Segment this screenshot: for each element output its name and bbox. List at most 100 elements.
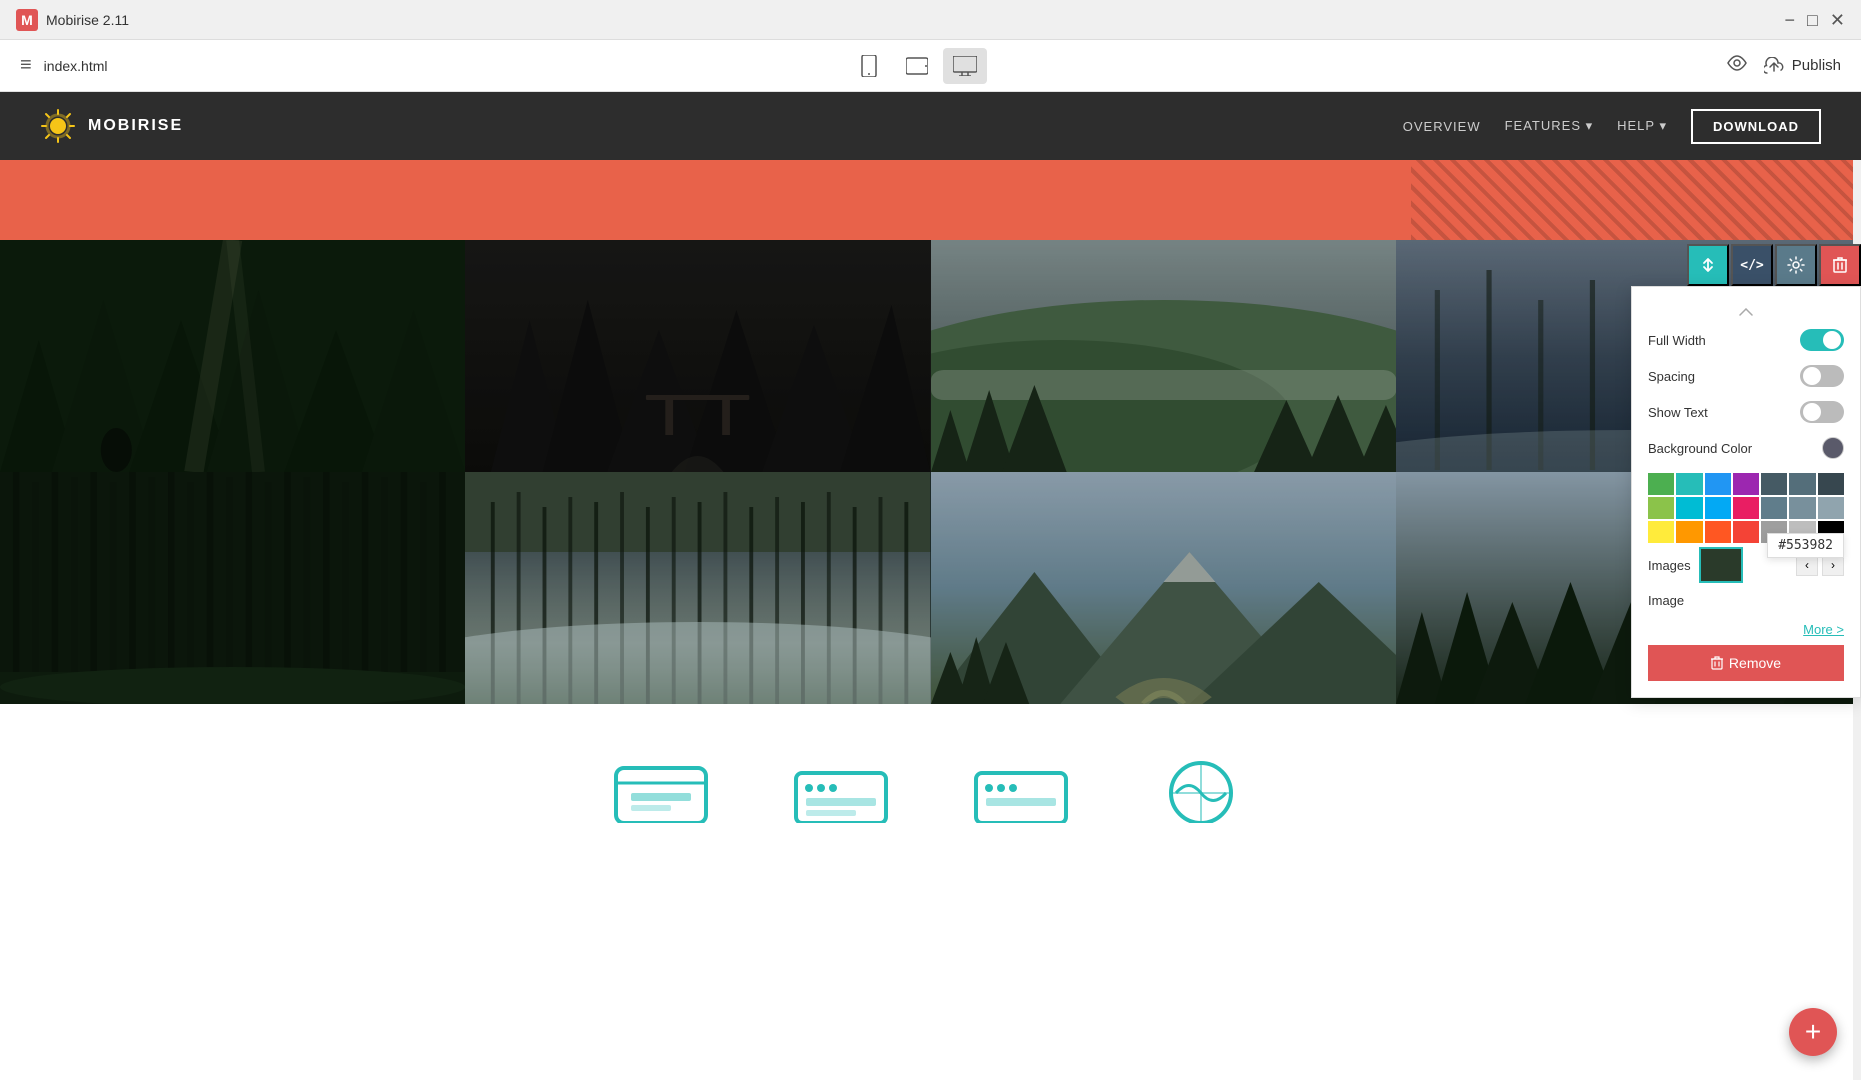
tablet-view-button[interactable] [895, 48, 939, 84]
feature-icon-2 [791, 753, 891, 823]
bottom-icon-1 [611, 753, 711, 823]
settings-block-button[interactable] [1775, 244, 1817, 286]
color-swatch-blue[interactable] [1705, 473, 1731, 495]
swap-block-button[interactable] [1687, 244, 1729, 286]
fab-add-button[interactable]: + [1789, 1008, 1837, 1056]
close-button[interactable]: ✕ [1830, 11, 1845, 29]
eye-icon [1726, 55, 1748, 71]
gallery-image-6 [465, 472, 930, 704]
spacing-label: Spacing [1648, 369, 1695, 384]
mobile-view-button[interactable] [847, 48, 891, 84]
code-block-button[interactable]: </> [1731, 244, 1773, 286]
titlebar-left: M Mobirise 2.11 [16, 9, 129, 31]
color-swatch-dark-grey[interactable] [1818, 473, 1844, 495]
bottom-icon-4 [1151, 753, 1251, 823]
app-title: Mobirise 2.11 [46, 12, 129, 28]
window-controls[interactable]: − □ ✕ [1785, 11, 1845, 29]
mobile-icon [860, 55, 878, 77]
full-width-label: Full Width [1648, 333, 1706, 348]
panel-arrow [1648, 303, 1844, 321]
publish-button[interactable]: Publish [1764, 57, 1841, 75]
swap-icon [1699, 256, 1717, 274]
color-swatch-red[interactable] [1733, 521, 1759, 543]
site-header: MOBIRISE OVERVIEW FEATURES ▾ HELP ▾ DOWN… [0, 92, 1861, 160]
gallery-section: </> [0, 240, 1861, 704]
feature-icon-3 [971, 753, 1071, 823]
delete-block-button[interactable] [1819, 244, 1861, 286]
desktop-view-button[interactable] [943, 48, 987, 84]
color-hex-tooltip: #553982 [1767, 533, 1844, 558]
gallery-image-2 [465, 240, 930, 472]
color-swatch-green[interactable] [1648, 473, 1674, 495]
gallery-image-7 [931, 472, 1396, 704]
diagonal-overlay [1411, 160, 1861, 240]
show-text-row: Show Text [1648, 401, 1844, 423]
nav-download-button[interactable]: DOWNLOAD [1691, 109, 1821, 144]
bottom-icon-3 [971, 753, 1071, 823]
settings-icon [1787, 256, 1805, 274]
desktop-icon [953, 56, 977, 76]
more-link[interactable]: More > [1648, 622, 1844, 637]
device-switcher[interactable] [847, 48, 987, 84]
upload-cloud-icon [1764, 57, 1784, 75]
main-toolbar: ≡ index.html [0, 40, 1861, 92]
color-swatch-light-blue-grey[interactable] [1789, 497, 1815, 519]
maximize-button[interactable]: □ [1807, 11, 1818, 29]
bg-color-row: Background Color [1648, 437, 1844, 459]
nav-help[interactable]: HELP ▾ [1617, 118, 1667, 134]
preview-button[interactable] [1726, 54, 1748, 77]
nav-overview[interactable]: OVERVIEW [1403, 119, 1481, 134]
gallery-image-1 [0, 240, 465, 472]
color-swatch-yellow[interactable] [1648, 521, 1674, 543]
feature-icon-1 [611, 753, 711, 823]
nav-features[interactable]: FEATURES ▾ [1505, 118, 1594, 134]
forest-overlay-2 [465, 240, 930, 472]
block-toolbar[interactable]: </> [1687, 244, 1861, 286]
color-swatch-deep-orange[interactable] [1705, 521, 1731, 543]
forest-overlay-7 [931, 472, 1396, 704]
publish-label: Publish [1792, 57, 1841, 74]
gallery-cell-7 [931, 472, 1396, 704]
color-swatch-orange[interactable] [1676, 521, 1702, 543]
filename-label: index.html [44, 58, 108, 74]
gallery-cell-5 [0, 472, 465, 704]
forest-overlay-3 [931, 240, 1396, 472]
gallery-cell-3 [931, 240, 1396, 472]
color-swatch-purple[interactable] [1733, 473, 1759, 495]
orange-banner [0, 160, 1861, 240]
minimize-button[interactable]: − [1785, 11, 1796, 29]
image-thumbnail[interactable] [1699, 547, 1743, 583]
titlebar: M Mobirise 2.11 − □ ✕ [0, 0, 1861, 40]
spacing-toggle-knob [1803, 367, 1821, 385]
app-logo-icon: M [16, 9, 38, 31]
site-nav[interactable]: OVERVIEW FEATURES ▾ HELP ▾ DOWNLOAD [1403, 109, 1821, 144]
color-swatch-cyan[interactable] [1676, 497, 1702, 519]
color-swatch-teal[interactable] [1676, 473, 1702, 495]
color-swatch-medium-grey[interactable] [1761, 497, 1787, 519]
remove-button[interactable]: Remove [1648, 645, 1844, 681]
gallery-image-5 [0, 472, 465, 704]
color-swatch-blue-grey[interactable] [1761, 473, 1787, 495]
svg-text:M: M [21, 12, 33, 28]
color-swatch-lighter-grey[interactable] [1818, 497, 1844, 519]
chevron-up-icon [1739, 308, 1753, 316]
color-hex-value: #553982 [1778, 538, 1833, 553]
show-text-toggle[interactable] [1800, 401, 1844, 423]
color-swatch-pink[interactable] [1733, 497, 1759, 519]
tablet-icon [906, 56, 928, 76]
gallery-cell-2 [465, 240, 930, 472]
bg-color-swatch[interactable] [1822, 437, 1844, 459]
show-text-label: Show Text [1648, 405, 1708, 420]
color-swatch-blue-grey-2[interactable] [1789, 473, 1815, 495]
color-swatch-light-blue[interactable] [1705, 497, 1731, 519]
full-width-row: Full Width [1648, 329, 1844, 351]
code-icon: </> [1740, 258, 1763, 273]
image-label: Image [1648, 593, 1684, 608]
fab-icon: + [1805, 1018, 1821, 1046]
color-swatch-light-green[interactable] [1648, 497, 1674, 519]
image-label-row: Image [1648, 593, 1844, 608]
full-width-toggle[interactable] [1800, 329, 1844, 351]
bottom-icon-2 [791, 753, 891, 823]
menu-button[interactable]: ≡ [20, 54, 32, 77]
spacing-toggle[interactable] [1800, 365, 1844, 387]
